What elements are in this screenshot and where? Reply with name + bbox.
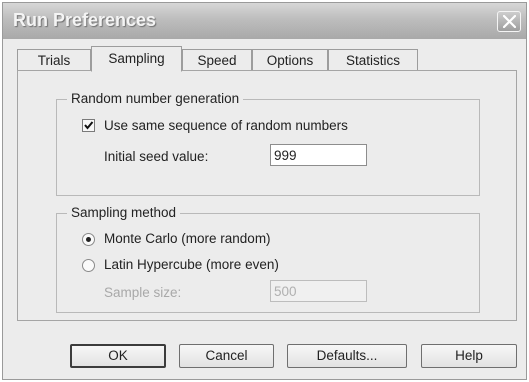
- window-title: Run Preferences: [13, 10, 157, 30]
- tab-trials[interactable]: Trials: [17, 49, 91, 71]
- tab-speed[interactable]: Speed: [182, 49, 252, 71]
- tab-options[interactable]: Options: [252, 49, 328, 71]
- close-icon: [503, 15, 516, 28]
- tab-label: Sampling: [108, 51, 165, 66]
- sample-size-input: [270, 280, 367, 302]
- sample-size-label: Sample size:: [104, 285, 182, 300]
- latin-hypercube-radio[interactable]: [82, 259, 95, 272]
- same-sequence-label: Use same sequence of random numbers: [104, 118, 348, 133]
- seed-label: Initial seed value:: [104, 149, 209, 164]
- monte-carlo-radio[interactable]: [82, 233, 95, 246]
- checkmark-icon: [84, 121, 94, 130]
- ok-button[interactable]: OK: [70, 344, 166, 368]
- close-button[interactable]: [497, 11, 521, 32]
- tab-sampling[interactable]: Sampling: [91, 46, 182, 72]
- random-number-group: Random number generation Use same sequen…: [56, 91, 480, 196]
- tab-label: Trials: [37, 53, 71, 68]
- group-legend: Random number generation: [67, 91, 244, 107]
- monte-carlo-label: Monte Carlo (more random): [104, 231, 271, 246]
- tab-statistics[interactable]: Statistics: [328, 49, 418, 71]
- run-preferences-dialog: Run Preferences Trials Sampling Speed Op…: [2, 2, 527, 380]
- sampling-tab-panel: Random number generation Use same sequen…: [17, 70, 517, 321]
- seed-value-input[interactable]: [270, 144, 367, 166]
- defaults-button[interactable]: Defaults...: [287, 344, 407, 368]
- title-bar[interactable]: Run Preferences: [3, 3, 526, 39]
- radio-selected-dot: [86, 237, 91, 242]
- cancel-button[interactable]: Cancel: [179, 344, 274, 368]
- sampling-method-group: Sampling method Monte Carlo (more random…: [56, 205, 480, 313]
- latin-hypercube-label: Latin Hypercube (more even): [104, 257, 279, 272]
- tab-label: Statistics: [345, 53, 400, 68]
- group-legend: Sampling method: [67, 205, 181, 221]
- same-sequence-checkbox[interactable]: [82, 119, 95, 132]
- help-button[interactable]: Help: [421, 344, 517, 368]
- tab-label: Speed: [197, 53, 237, 68]
- tab-label: Options: [266, 53, 314, 68]
